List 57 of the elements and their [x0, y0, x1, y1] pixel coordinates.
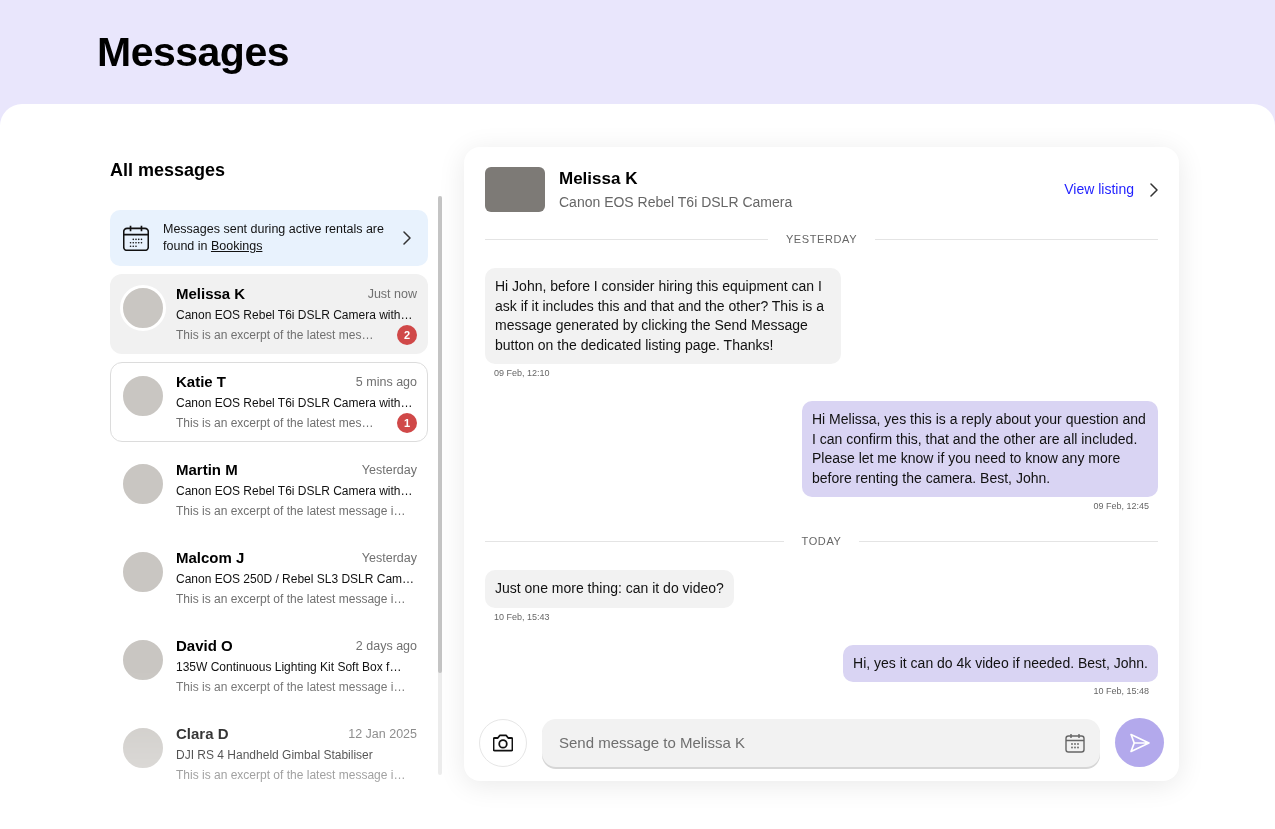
send-icon: [1129, 732, 1150, 753]
chevron-right-icon: [403, 231, 411, 245]
notice-text: Messages sent during active rentals are found in Bookings: [163, 221, 385, 255]
listing-title: DJI RS 4 Handheld Gimbal Stabiliser: [176, 747, 373, 764]
message-time: Just now: [367, 286, 417, 303]
listing-title: 135W Continuous Lighting Kit Soft Box f…: [176, 659, 402, 676]
message-excerpt: This is an excerpt of the latest message i…: [176, 679, 406, 696]
listing-title: Canon EOS Rebel T6i DSLR Camera: [559, 192, 793, 212]
contact-name: Martin M: [176, 460, 238, 480]
contact-name: Melissa K: [176, 284, 246, 304]
day-divider-label: YESTERDAY: [785, 232, 858, 246]
received-message: Hi John, before I consider hiring this equipment can I ask if it includes this and that and the other? This is a message generated by clicking the Send Message button on the dedicated listing page. Thanks!: [485, 268, 841, 364]
message-excerpt: This is an excerpt of the latest message i…: [176, 503, 406, 520]
day-divider-label: TODAY: [801, 534, 842, 548]
message-time: 2 days ago: [355, 638, 417, 655]
contact-name: Malcom J: [176, 548, 245, 568]
contact-name: David O: [176, 636, 233, 656]
page-title: Messages: [97, 28, 289, 77]
listing-photo-placeholder: [485, 167, 545, 212]
bookings-link[interactable]: Bookings: [210, 239, 263, 253]
message-excerpt: This is an excerpt of the latest message i…: [176, 591, 406, 608]
message-time: 10 Feb, 15:48: [1092, 686, 1150, 697]
message-excerpt: This is an excerpt of the latest mes…: [176, 327, 374, 344]
calendar-icon: [123, 225, 149, 251]
contact-name: Clara D: [176, 724, 229, 744]
conversation-item[interactable]: Katie T 5 mins ago Canon EOS Rebel T6i DSLR Camera with… This is an excerpt of the latest mes… 1: [110, 362, 428, 442]
message-time: 09 Feb, 12:45: [1092, 501, 1150, 512]
listing-title: Canon EOS 250D / Rebel SL3 DSLR Cam…: [176, 571, 415, 588]
message-time: 5 mins ago: [355, 374, 417, 391]
listing-title: Canon EOS Rebel T6i DSLR Camera with…: [176, 307, 413, 324]
bookings-notice[interactable]: Messages sent during active rentals are found in Bookings: [110, 210, 428, 266]
camera-icon: [493, 732, 513, 753]
message-time: Yesterday: [361, 462, 417, 479]
message-input[interactable]: Send message to Melissa K: [542, 718, 1100, 767]
unread-badge: 2: [397, 325, 417, 345]
view-listing-link[interactable]: View listing: [1064, 179, 1158, 200]
message-time: 12 Jan 2025: [348, 726, 417, 743]
unread-badge: 1: [397, 413, 417, 433]
message-time: 10 Feb, 15:43: [493, 611, 551, 623]
contact-name: Melissa K: [559, 167, 638, 190]
message-time: Yesterday: [361, 550, 417, 567]
camera-button[interactable]: [479, 718, 527, 767]
listing-title: Canon EOS Rebel T6i DSLR Camera with…: [176, 395, 413, 412]
sent-message: Hi, yes it can do 4k video if needed. Best, John.: [843, 644, 1158, 682]
contact-name: Katie T: [176, 372, 226, 392]
received-message: Just one more thing: can it do video?: [485, 570, 734, 608]
listing-title: Canon EOS Rebel T6i DSLR Camera with…: [176, 483, 413, 500]
message-excerpt: This is an excerpt of the latest mes…: [176, 415, 374, 432]
sidebar-heading: All messages: [110, 159, 226, 182]
message-excerpt: This is an excerpt of the latest message i…: [176, 767, 406, 784]
chevron-right-icon: [1150, 182, 1158, 197]
avatar: [120, 285, 166, 331]
scrollbar-thumb[interactable]: [438, 196, 442, 673]
sent-message: Hi Melissa, yes this is a reply about your question and I can confirm this, that and the other are all included. Please let me know if you need to know any more before renting the camera. Best, John.: [802, 401, 1158, 497]
conversation-item[interactable]: Melissa K Just now Canon EOS Rebel T6i DSLR Camera with… This is an excerpt of the latest mes… 2: [110, 274, 428, 354]
calendar-icon[interactable]: [1065, 732, 1085, 753]
message-time: 09 Feb, 12:10: [493, 368, 551, 379]
